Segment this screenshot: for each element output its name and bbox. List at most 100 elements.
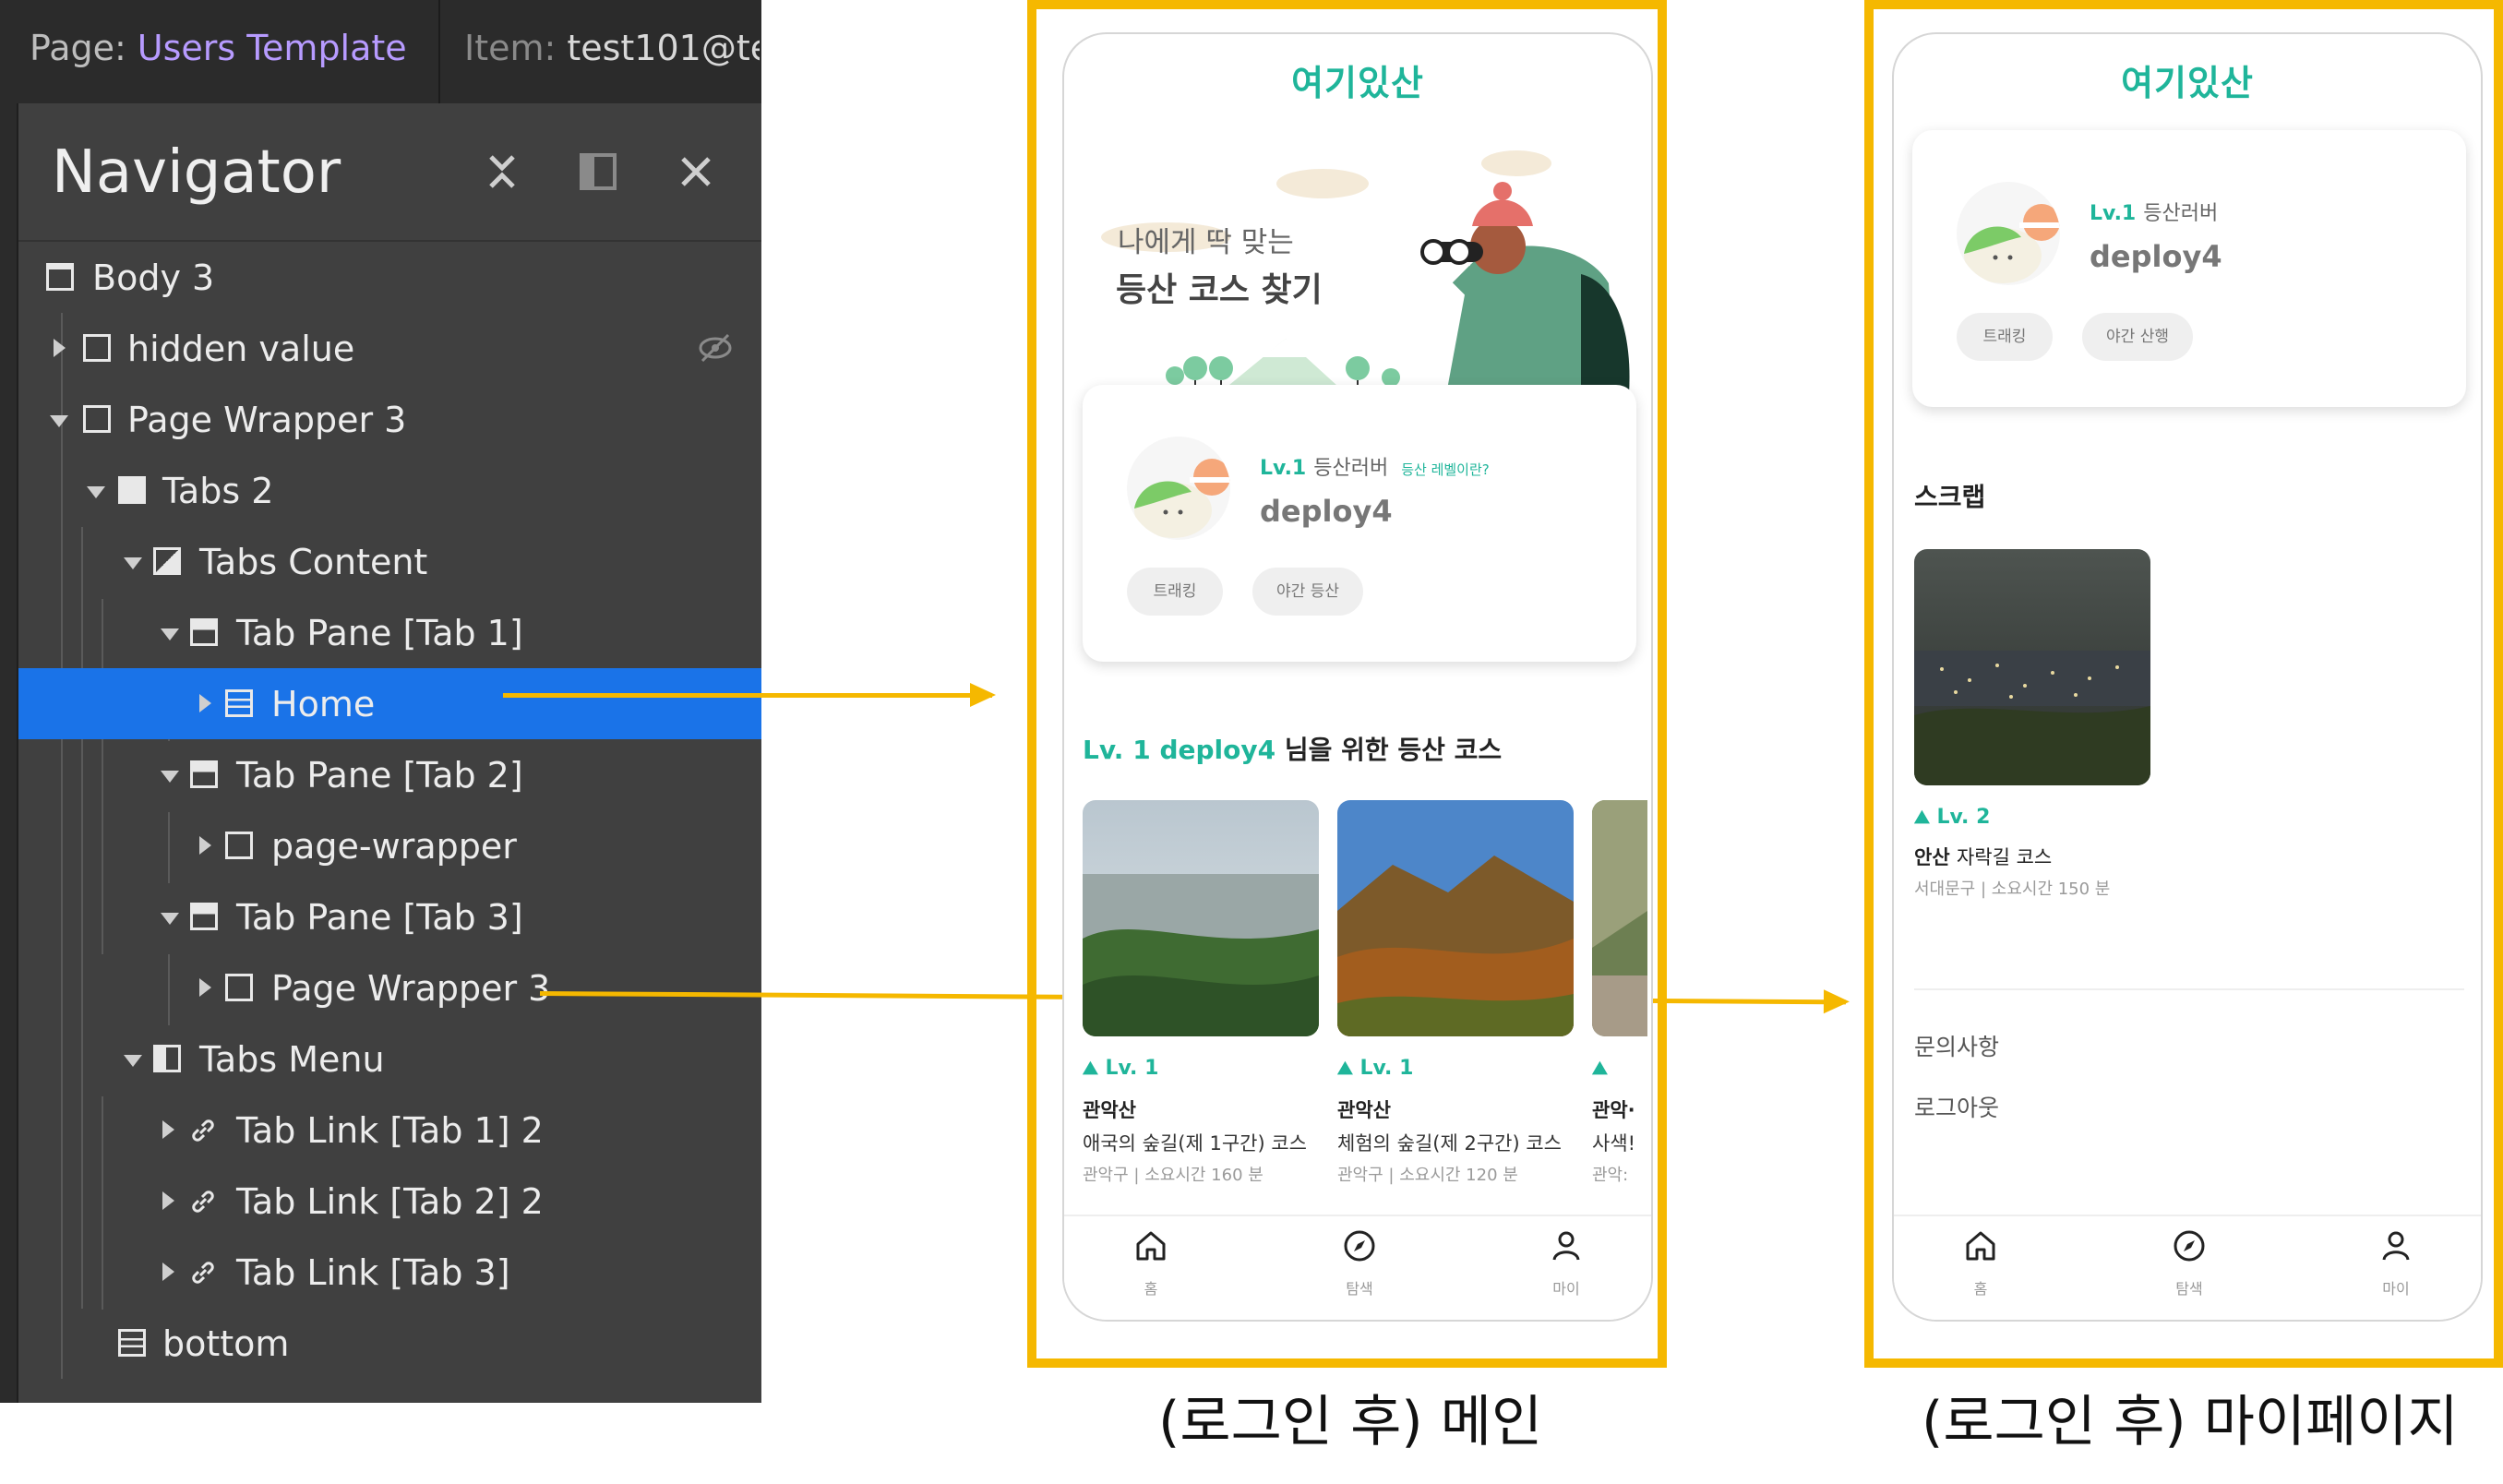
compass-icon bbox=[2134, 1227, 2245, 1275]
chevron-down-icon[interactable] bbox=[87, 486, 105, 498]
chevron-right-icon[interactable] bbox=[162, 1263, 174, 1281]
tab-home[interactable]: 홈 bbox=[1925, 1227, 2036, 1298]
mountain-icon: ⛰ bbox=[1337, 1057, 1353, 1079]
profile-card[interactable]: Lv.1 등산러버 deploy4 트래킹 야간 산행 bbox=[1912, 130, 2466, 407]
arrow-home-to-main bbox=[503, 683, 996, 707]
navigator-topbar: Page:Users Template Item:test101@test bbox=[0, 0, 761, 105]
tag-chip[interactable]: 트래킹 bbox=[1957, 313, 2053, 361]
course-mountain: 관악산 bbox=[1337, 1099, 1391, 1121]
left-toolbar-strip bbox=[0, 103, 18, 1403]
chevron-right-icon[interactable] bbox=[199, 978, 211, 997]
course-meta: 관악구 | 소요시간 160 분 bbox=[1083, 1166, 1263, 1185]
mountain-icon: ⛰ bbox=[1083, 1057, 1098, 1079]
mypage-phone-screen: 여기있산 Lv.1 등산러버 deploy4 트래킹 야간 산행 스크랩 ⛰ Lv… bbox=[1892, 32, 2483, 1322]
tree-item-body[interactable]: Body 3 bbox=[18, 242, 761, 313]
course-name: 사색! bbox=[1592, 1132, 1636, 1155]
collapse-all-icon[interactable] bbox=[480, 150, 524, 194]
tree-item-hidden-value[interactable]: hidden value bbox=[18, 313, 761, 384]
recommend-section-title: Lv. 1 deploy4 님을 위한 등산 코스 bbox=[1083, 735, 1503, 765]
tree-item-tab-link-3[interactable]: Tab Link [Tab 3] bbox=[18, 1237, 761, 1308]
tab-home[interactable]: 홈 bbox=[1096, 1227, 1206, 1298]
profile-card[interactable]: Lv.1 등산러버 등산 레벨이란? deploy4 트래킹 야간 등산 bbox=[1083, 385, 1636, 662]
link-icon bbox=[188, 1258, 216, 1286]
tag-chip[interactable]: 야간 등산 bbox=[1252, 568, 1363, 616]
tab-pane-icon bbox=[190, 760, 218, 788]
avatar bbox=[1127, 437, 1230, 540]
course-name: 애국의 숲길(제 1구간) 코스 bbox=[1083, 1132, 1307, 1155]
chevron-right-icon[interactable] bbox=[162, 1191, 174, 1210]
tabs-content-icon bbox=[153, 547, 181, 575]
course-mountain: 관악산 bbox=[1083, 1099, 1136, 1121]
item-value: test101@test bbox=[567, 28, 760, 68]
chevron-right-icon[interactable] bbox=[199, 694, 211, 712]
level-info-link[interactable]: 등산 레벨이란? bbox=[1401, 461, 1490, 478]
tab-explore[interactable]: 탐색 bbox=[2134, 1227, 2245, 1298]
mypage-caption: (로그인 후) 마이페이지 bbox=[1922, 1390, 2459, 1454]
chevron-down-icon[interactable] bbox=[124, 557, 142, 569]
topbar-divider bbox=[438, 0, 440, 103]
course-meta: 관악: bbox=[1592, 1166, 1629, 1185]
course-meta: 관악구 | 소요시간 120 분 bbox=[1337, 1166, 1518, 1185]
profile-username: deploy4 bbox=[1260, 494, 1393, 529]
app-logo: 여기있산 bbox=[1291, 63, 1424, 103]
user-icon bbox=[2341, 1227, 2451, 1275]
chevron-right-icon[interactable] bbox=[199, 836, 211, 855]
tree-item-tab-link-1[interactable]: Tab Link [Tab 1] 2 bbox=[18, 1095, 761, 1166]
sidebar-toggle-icon[interactable] bbox=[576, 150, 620, 194]
page-name[interactable]: Users Template bbox=[138, 28, 407, 68]
tree-item-tabs-menu[interactable]: Tabs Menu bbox=[18, 1023, 761, 1095]
tab-my[interactable]: 마이 bbox=[1511, 1227, 1622, 1298]
link-icon bbox=[188, 1187, 216, 1215]
tree-item-bottom[interactable]: bottom bbox=[18, 1308, 761, 1379]
chevron-right-icon[interactable] bbox=[54, 339, 66, 357]
menu-logout[interactable]: 로그아웃 bbox=[1914, 1090, 1999, 1123]
tabs-icon bbox=[118, 476, 146, 504]
section-icon bbox=[225, 689, 253, 717]
chevron-down-icon[interactable] bbox=[161, 913, 179, 925]
tree-item-tab-link-2[interactable]: Tab Link [Tab 2] 2 bbox=[18, 1166, 761, 1237]
page-indicator[interactable]: Page: Users Template bbox=[30, 28, 407, 68]
navigator-panel: Page:Users Template Item:test101@test Na… bbox=[0, 0, 761, 1403]
main-caption: (로그인 후) 메인 bbox=[1158, 1390, 1543, 1454]
tree-item-tabs-content[interactable]: Tabs Content bbox=[18, 526, 761, 597]
tag-chip[interactable]: 트래킹 bbox=[1127, 568, 1223, 616]
tab-explore[interactable]: 탐색 bbox=[1304, 1227, 1415, 1298]
hero-subtitle: 나에게 딱 맞는 bbox=[1118, 226, 1294, 259]
chevron-right-icon[interactable] bbox=[162, 1120, 174, 1139]
tree-item-tab-pane-1[interactable]: Tab Pane [Tab 1] bbox=[18, 597, 761, 668]
close-icon[interactable] bbox=[674, 150, 718, 194]
home-icon bbox=[1925, 1227, 2036, 1275]
scrap-level: ⛰ Lv. 2 bbox=[1914, 806, 1991, 829]
course-name: 체험의 숲길(제 2구간) 코스 bbox=[1337, 1132, 1562, 1155]
eye-slash-icon[interactable] bbox=[697, 329, 734, 375]
tag-chip[interactable]: 야간 산행 bbox=[2082, 313, 2193, 361]
tree-item-page-wrapper-inner[interactable]: page-wrapper bbox=[18, 810, 761, 881]
div-block-icon bbox=[225, 832, 253, 859]
main-phone-screen: 여기있산 나에게 딱 맞는 등산 코스 찾기 Lv.1 등산러버 등산 레벨이란… bbox=[1062, 32, 1653, 1322]
tree-item-page-wrapper[interactable]: Page Wrapper 3 bbox=[18, 384, 761, 455]
chevron-down-icon[interactable] bbox=[161, 771, 179, 783]
user-icon bbox=[1511, 1227, 1622, 1275]
tree-item-tabs[interactable]: Tabs 2 bbox=[18, 455, 761, 526]
item-indicator[interactable]: Item:test101@test bbox=[464, 28, 760, 68]
navigator-title: Navigator bbox=[52, 138, 341, 207]
tab-pane-icon bbox=[190, 618, 218, 646]
tree-item-tab-pane-2[interactable]: Tab Pane [Tab 2] bbox=[18, 739, 761, 810]
scrap-section-title: 스크랩 bbox=[1914, 482, 1986, 512]
bottom-tab-bar: 홈 탐색 마이 bbox=[1894, 1215, 2481, 1320]
divider bbox=[1914, 988, 2464, 990]
scrap-thumbnail bbox=[1914, 549, 2150, 785]
tree-item-tab-pane-3[interactable]: Tab Pane [Tab 3] bbox=[18, 881, 761, 952]
tree-item-page-wrapper-3[interactable]: Page Wrapper 3 bbox=[18, 952, 761, 1023]
body-icon bbox=[46, 263, 74, 291]
profile-username: deploy4 bbox=[2090, 239, 2222, 274]
tree-item-home[interactable]: Home bbox=[18, 668, 761, 739]
div-block-icon bbox=[83, 334, 111, 362]
tab-my[interactable]: 마이 bbox=[2341, 1227, 2451, 1298]
home-icon bbox=[1096, 1227, 1206, 1275]
chevron-down-icon[interactable] bbox=[124, 1055, 142, 1067]
chevron-down-icon[interactable] bbox=[161, 628, 179, 640]
chevron-down-icon[interactable] bbox=[50, 415, 68, 427]
course-thumbnail bbox=[1083, 800, 1319, 1036]
menu-inquiry[interactable]: 문의사항 bbox=[1914, 1029, 1999, 1062]
